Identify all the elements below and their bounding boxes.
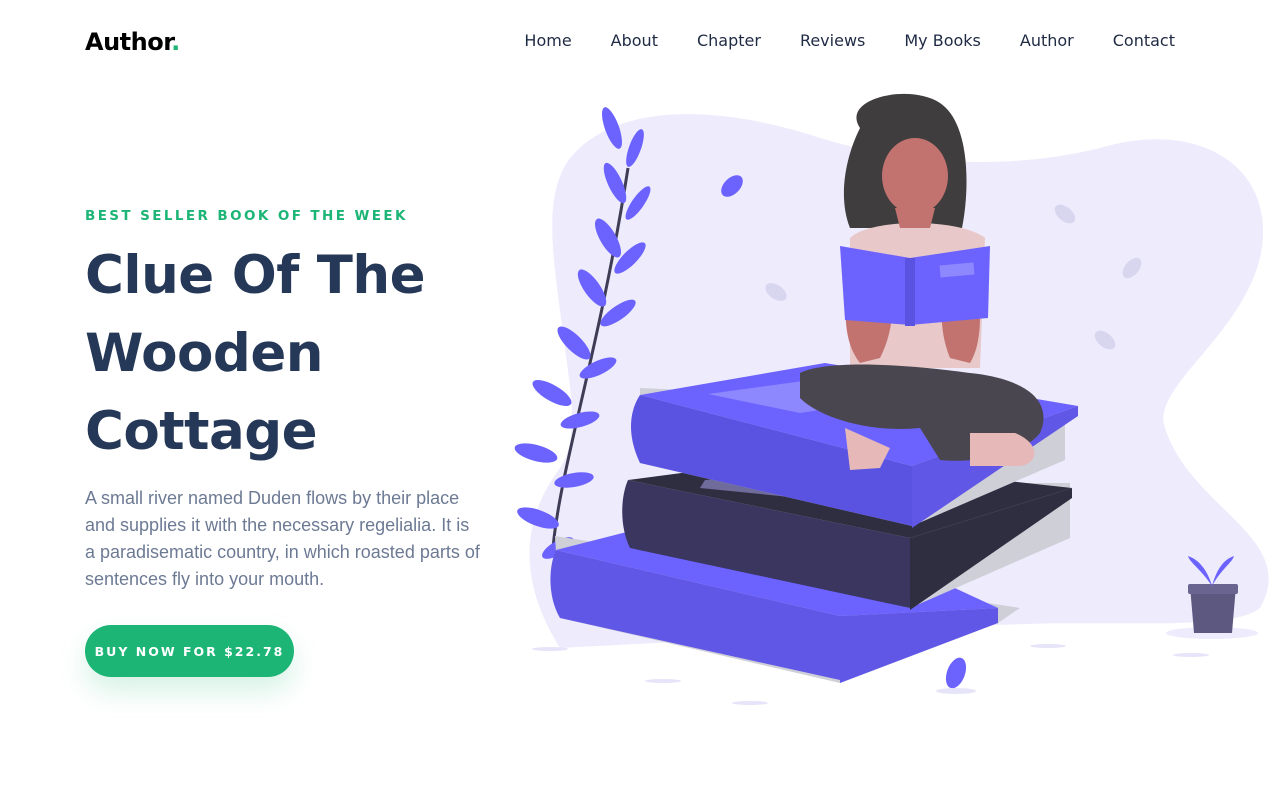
leaf-icon — [945, 657, 967, 689]
hero-illustration — [514, 93, 1269, 705]
nav-link-author[interactable]: Author — [1020, 31, 1074, 50]
main-menu: Home About Chapter Reviews My Books Auth… — [485, 31, 1175, 50]
brand-logo-dot: . — [171, 28, 180, 56]
hero-content: BEST SELLER BOOK OF THE WEEK Clue Of The… — [85, 208, 485, 593]
nav-link-reviews[interactable]: Reviews — [800, 31, 865, 50]
nav-link-home[interactable]: Home — [524, 31, 571, 50]
nav-link-contact[interactable]: Contact — [1113, 31, 1175, 50]
nav-link-my-books[interactable]: My Books — [904, 31, 981, 50]
hero-description: A small river named Duden flows by their… — [85, 488, 480, 589]
brand-name: Author — [85, 28, 172, 56]
buy-now-button[interactable]: BUY NOW FOR $22.78 — [85, 625, 294, 677]
hero-title-line: Clue Of The — [85, 245, 426, 306]
nav-link-chapter[interactable]: Chapter — [697, 31, 761, 50]
hero-title-line: Wooden — [85, 323, 324, 384]
top-navigation: Author. Home About Chapter Reviews My Bo… — [0, 0, 1280, 84]
hero-title: Clue Of The Wooden Cottage — [85, 237, 505, 471]
brand-logo[interactable]: Author. — [85, 28, 180, 56]
hero-eyebrow: BEST SELLER BOOK OF THE WEEK — [85, 208, 408, 224]
hero-title-line: Cottage — [85, 401, 318, 462]
nav-link-about[interactable]: About — [611, 31, 658, 50]
